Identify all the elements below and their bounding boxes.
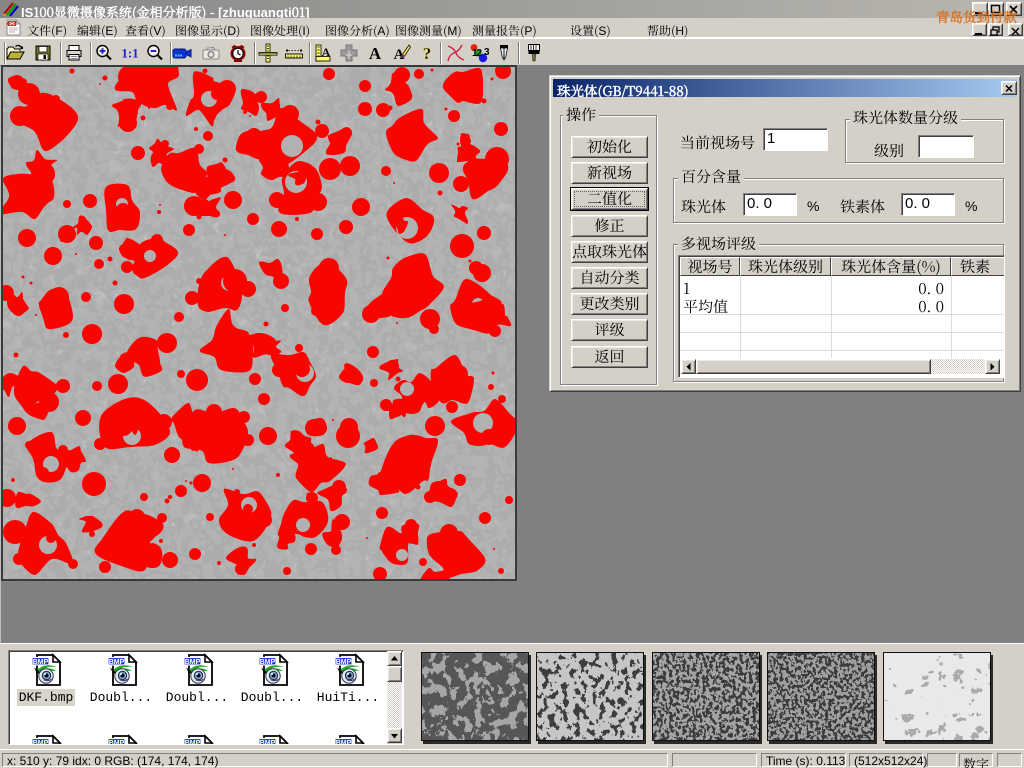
svg-text:BMP: BMP bbox=[336, 740, 352, 745]
svg-text:BMP: BMP bbox=[109, 659, 125, 666]
svg-text:A: A bbox=[322, 45, 331, 59]
svg-text:2: 2 bbox=[477, 48, 483, 59]
svg-text:BMP: BMP bbox=[185, 659, 201, 666]
svg-text:3: 3 bbox=[484, 47, 489, 58]
svg-text:1:1: 1:1 bbox=[121, 46, 138, 61]
svg-text:BMP: BMP bbox=[185, 740, 201, 745]
svg-text:?: ? bbox=[423, 44, 432, 63]
svg-text:A: A bbox=[369, 44, 382, 63]
svg-text:BMP: BMP bbox=[260, 740, 276, 745]
svg-text:DOC: DOC bbox=[7, 21, 18, 26]
svg-text:BMP: BMP bbox=[260, 659, 276, 666]
svg-text:BMP: BMP bbox=[33, 740, 49, 745]
svg-text:BMP: BMP bbox=[109, 740, 125, 745]
svg-text:BMP: BMP bbox=[336, 659, 352, 666]
svg-text:BMP: BMP bbox=[33, 659, 49, 666]
